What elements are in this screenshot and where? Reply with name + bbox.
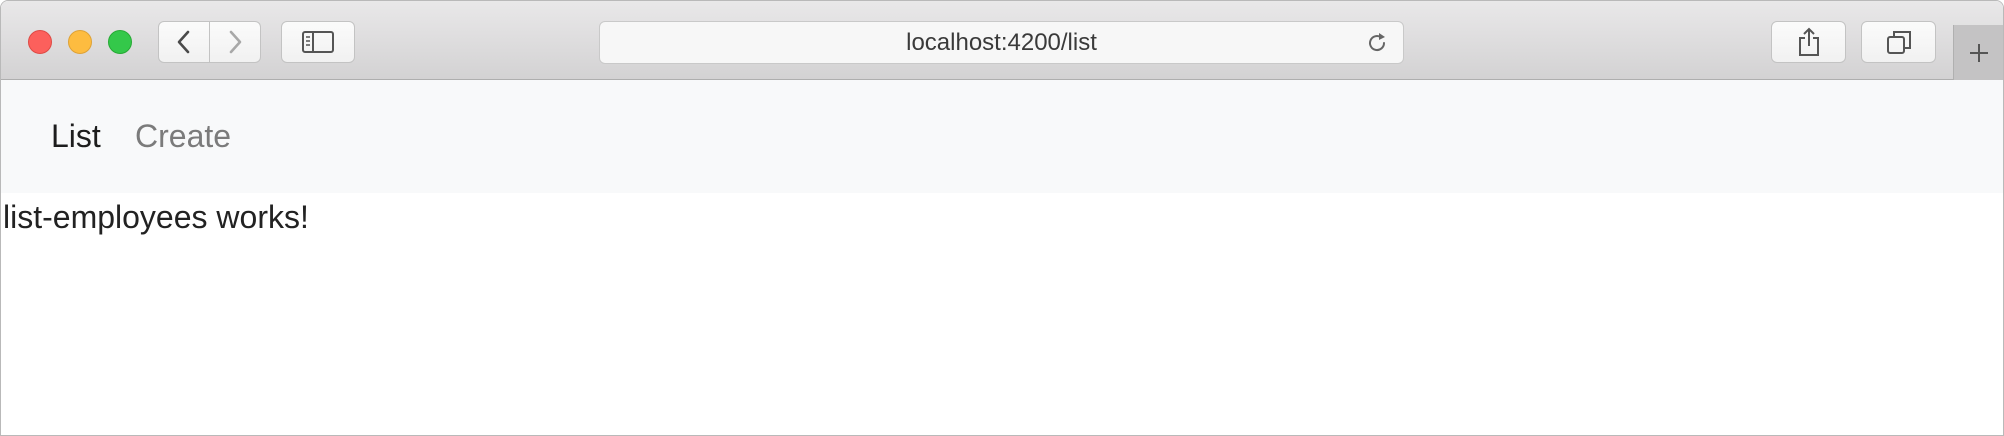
sidebar-icon — [302, 31, 334, 53]
reload-icon[interactable] — [1365, 31, 1389, 55]
forward-button[interactable] — [210, 21, 261, 63]
browser-toolbar: localhost:4200/list — [1, 1, 2003, 80]
new-tab-button[interactable] — [1953, 25, 2003, 80]
chevron-left-icon — [177, 30, 190, 54]
share-icon — [1798, 27, 1819, 56]
plus-icon — [1969, 43, 1988, 62]
tabs-overview-icon — [1886, 31, 1911, 54]
chevron-right-icon — [229, 30, 242, 54]
sidebar-toggle-button[interactable] — [281, 21, 355, 63]
maximize-window-button[interactable] — [108, 30, 132, 54]
nav-link-list[interactable]: List — [51, 118, 101, 154]
browser-window: localhost:4200/list List Create list-emp… — [0, 0, 2004, 436]
share-button[interactable] — [1771, 21, 1846, 63]
close-window-button[interactable] — [28, 30, 52, 54]
address-bar[interactable]: localhost:4200/list — [599, 21, 1404, 64]
address-url[interactable]: localhost:4200/list — [600, 22, 1403, 63]
page-message: list-employees works! — [3, 199, 309, 235]
tabs-overview-button[interactable] — [1861, 21, 1936, 63]
app-navbar: List Create — [1, 80, 2003, 193]
minimize-window-button[interactable] — [68, 30, 92, 54]
nav-link-create[interactable]: Create — [135, 118, 231, 154]
back-button[interactable] — [158, 21, 210, 63]
